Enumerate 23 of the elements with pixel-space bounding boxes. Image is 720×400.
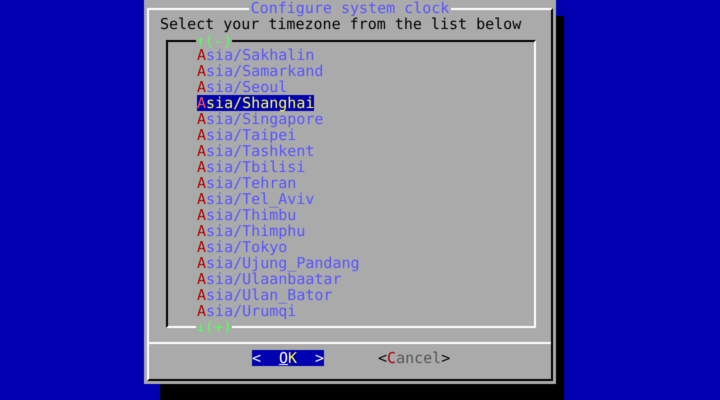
timezone-item[interactable]: Asia/Thimbu	[197, 207, 296, 223]
timezone-item[interactable]: Asia/Ulan_Bator	[197, 287, 332, 303]
timezone-item[interactable]: Asia/Shanghai	[197, 95, 314, 111]
timezone-item[interactable]: Asia/Seoul	[197, 79, 288, 95]
timezone-item[interactable]: Asia/Taipei	[197, 127, 296, 143]
scroll-down-indicator: ↓(+)	[196, 319, 232, 335]
timezone-item[interactable]: Asia/Ulaanbaatar	[197, 271, 342, 287]
timezone-item[interactable]: Asia/Urumqi	[197, 303, 296, 319]
timezone-item[interactable]: Asia/Sakhalin	[197, 47, 314, 63]
ok-button[interactable]: < OK >	[252, 350, 324, 366]
prompt-text: Select your timezone from the list below	[159, 15, 522, 32]
timezone-item[interactable]: Asia/Tashkent	[197, 143, 314, 159]
timezone-item[interactable]: Asia/Tehran	[197, 175, 296, 191]
timezone-item[interactable]: Asia/Thimphu	[197, 223, 306, 239]
timezone-item[interactable]: Asia/Tel_Aviv	[197, 191, 314, 207]
timezone-item[interactable]: Asia/Singapore	[197, 111, 324, 127]
timezone-item[interactable]: Asia/Ujung_Pandang	[197, 255, 360, 271]
scroll-up-indicator: ↑(-)	[196, 33, 232, 49]
timezone-item[interactable]: Asia/Tbilisi	[197, 159, 306, 175]
timezone-item[interactable]: Asia/Tokyo	[197, 239, 288, 255]
cancel-button[interactable]: <Cancel>	[378, 350, 450, 366]
dialog-title: Configure system clock	[248, 0, 452, 16]
timezone-item[interactable]: Asia/Samarkand	[197, 63, 324, 79]
